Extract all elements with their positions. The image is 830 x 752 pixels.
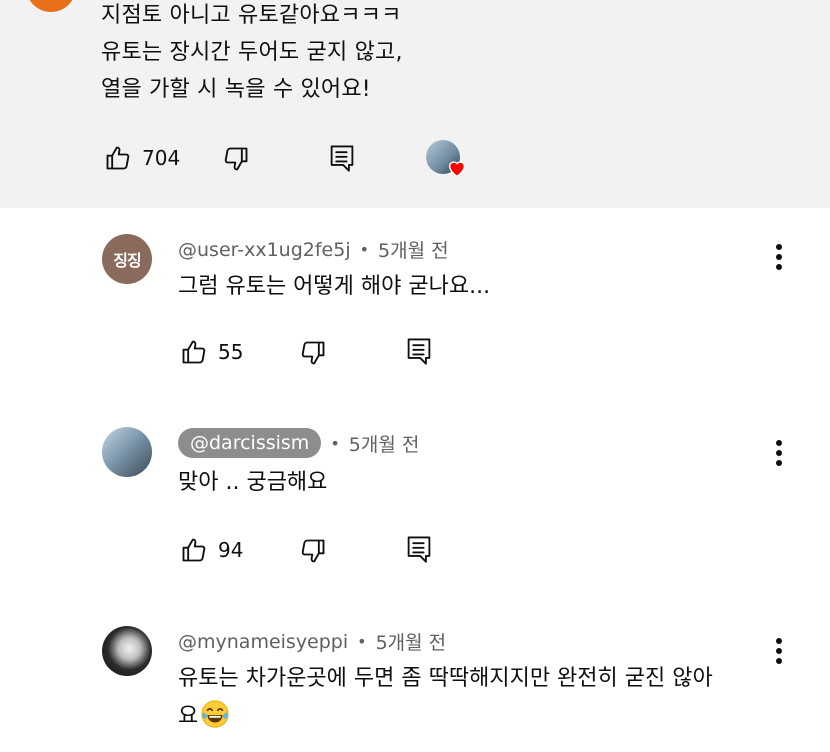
reply-button[interactable] — [405, 336, 433, 366]
comment-meta: @user-xx1ug2fe5j • 5개월 전 — [178, 236, 449, 263]
heart-icon — [448, 161, 466, 178]
comment-text: 그럼 유토는 어떻게 해야 굳나요... — [178, 274, 491, 299]
like-button[interactable]: 55 — [180, 338, 243, 366]
timestamp[interactable]: 5개월 전 — [376, 628, 447, 655]
like-count: 94 — [218, 538, 244, 562]
avatar[interactable] — [26, 0, 76, 12]
dislike-button[interactable] — [299, 537, 327, 565]
thumbs-up-icon — [106, 146, 130, 170]
thumbs-down-icon — [224, 147, 248, 171]
avatar[interactable] — [102, 626, 152, 676]
creator-heart-avatar — [426, 140, 466, 178]
comment-text: 맞아 .. 궁금해요 — [178, 470, 328, 495]
thumbs-down-icon — [301, 539, 325, 563]
thumbs-up-icon — [182, 340, 206, 364]
dislike-button[interactable] — [222, 145, 250, 173]
avatar[interactable] — [102, 427, 152, 477]
timestamp[interactable]: 5개월 전 — [378, 236, 449, 263]
reply-icon — [407, 536, 431, 563]
more-options-button[interactable] — [769, 244, 789, 274]
like-button[interactable]: 704 — [104, 144, 180, 172]
like-button[interactable]: 94 — [180, 536, 243, 564]
thumbs-down-icon — [301, 341, 325, 365]
avatar[interactable]: 징징 — [102, 234, 152, 284]
laughing-tears-emoji — [201, 700, 229, 728]
author-handle[interactable]: @user-xx1ug2fe5j — [178, 239, 351, 261]
reply-button[interactable] — [328, 143, 356, 173]
author-handle[interactable]: @mynameisyeppi — [178, 631, 348, 653]
reply-icon — [330, 145, 354, 172]
parent-comment: 지점토 아니고 유토같아요ㅋㅋㅋ 유토는 장시간 두어도 굳지 않고, 열을 가… — [0, 0, 830, 208]
like-count: 704 — [142, 146, 181, 170]
like-count: 55 — [218, 340, 244, 364]
comment-meta: @mynameisyeppi • 5개월 전 — [178, 628, 446, 655]
comment-text: 유토는 차가운곳에 두면 좀 딱딱해지지만 완전히 굳진 않아 요 — [178, 666, 713, 729]
timestamp[interactable]: 5개월 전 — [349, 430, 420, 457]
comment-meta: @darcissism • 5개월 전 — [178, 428, 419, 458]
reply-icon — [407, 338, 431, 365]
comment-text: 지점토 아니고 유토같아요ㅋㅋㅋ 유토는 장시간 두어도 굳지 않고, 열을 가… — [101, 3, 403, 102]
reply-button[interactable] — [405, 534, 433, 564]
more-options-button[interactable] — [769, 638, 789, 668]
author-handle-chip[interactable]: @darcissism — [178, 428, 322, 458]
dislike-button[interactable] — [299, 339, 327, 367]
thumbs-up-icon — [182, 538, 206, 562]
more-options-button[interactable] — [769, 440, 789, 470]
